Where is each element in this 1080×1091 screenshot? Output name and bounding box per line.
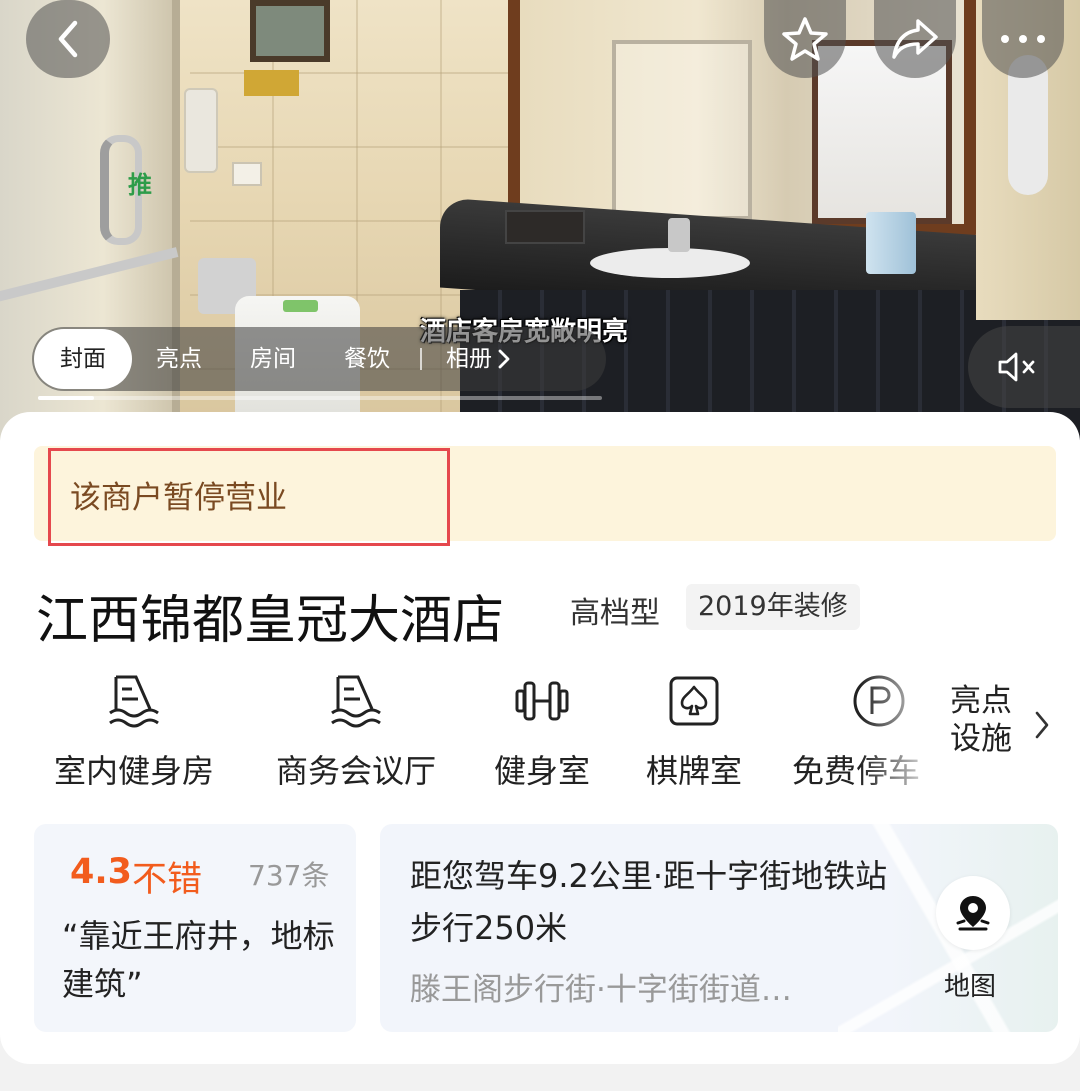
amenity-box	[505, 210, 585, 244]
facility-label: 室内健身房	[53, 752, 214, 790]
map-pin-icon	[956, 896, 990, 931]
soap	[283, 300, 318, 312]
location-distance: 距您驾车9.2公里·距十字街地铁站步行250米	[410, 857, 888, 947]
hero-photo[interactable]: 推 酒店客房宽敞明亮 封面 亮点 房间 餐	[0, 0, 1080, 440]
rating-score: 4.3	[70, 852, 133, 892]
push-sign: 推	[128, 171, 152, 199]
spade-icon	[669, 676, 719, 726]
media-progress	[38, 396, 602, 400]
wall-socket	[232, 162, 262, 186]
facility-label: 健身室	[493, 752, 590, 790]
review-count: 737条	[248, 859, 330, 892]
location-area: 滕王阁步行街·十字街街道…	[410, 972, 792, 1008]
faucet	[668, 218, 690, 252]
dumbbell-icon	[515, 681, 569, 721]
pool-icon	[109, 675, 159, 728]
share-icon	[892, 19, 938, 59]
facility-label: 棋牌室	[645, 752, 742, 790]
rating-word: 不错	[132, 860, 203, 900]
wall-picture	[250, 0, 330, 62]
media-tabbar: 封面 亮点 房间 餐饮 相册	[32, 327, 606, 391]
back-icon	[58, 20, 78, 58]
tab-highlights[interactable]: 亮点	[132, 329, 226, 389]
star-icon	[782, 17, 828, 61]
mute-icon	[998, 352, 1035, 382]
location-card[interactable]: 距您驾车9.2公里·距十字街地铁站步行250米 滕王阁步行街·十字街街道… 地图	[380, 824, 1058, 1032]
facility-chess-room[interactable]: 棋牌室	[640, 670, 748, 790]
highlight-facilities-link[interactable]: 亮点设施	[950, 682, 1070, 772]
highlight-facilities-label: 亮点设施	[950, 683, 1012, 757]
chevron-right-icon	[498, 349, 510, 369]
pool-icon	[331, 675, 381, 728]
hotel-info-card: 该商户暂停营业 江西锦都皇冠大酒店 高档型 2019年装修 室内健身房 商务会议…	[0, 412, 1080, 1064]
media-progress-fill	[38, 396, 95, 400]
facility-gym-room[interactable]: 健身室	[488, 670, 596, 790]
facility-label: 商务会议厅	[275, 752, 436, 790]
sink	[590, 248, 750, 278]
wall-phone	[184, 88, 218, 173]
tab-album[interactable]: 相册	[424, 329, 534, 389]
water-bottles	[866, 212, 916, 274]
tab-divider	[420, 348, 422, 370]
mute-button[interactable]	[968, 326, 1080, 408]
tab-album-label: 相册	[446, 346, 492, 372]
tab-dining[interactable]: 餐饮	[320, 329, 414, 389]
renovation-badge: 2019年装修	[686, 584, 860, 630]
rating-card[interactable]: 4.3 不错 737条 “靠近王府井，地标建筑”	[34, 824, 356, 1032]
facility-list: 室内健身房 商务会议厅 健身室 棋牌室 免费停车	[0, 670, 940, 790]
more-icon	[1001, 35, 1045, 43]
facility-business-hall[interactable]: 商务会议厅	[268, 670, 444, 790]
review-quote: “靠近王府井，地标建筑”	[62, 917, 335, 1003]
chevron-right-icon	[1035, 711, 1049, 739]
back-button[interactable]	[26, 0, 110, 78]
tab-cover[interactable]: 封面	[34, 329, 132, 389]
closed-notice-text: 该商户暂停营业	[70, 480, 287, 516]
wall-sign	[244, 70, 299, 96]
map-button[interactable]	[936, 876, 1010, 950]
tab-rooms[interactable]: 房间	[226, 329, 320, 389]
hotel-type: 高档型	[570, 596, 660, 631]
facility-indoor-gym[interactable]: 室内健身房	[46, 670, 222, 790]
mirror-reflection-door	[612, 40, 752, 220]
facility-fade	[860, 670, 940, 790]
map-label: 地图	[944, 972, 997, 1002]
hotel-name: 江西锦都皇冠大酒店	[36, 591, 505, 651]
